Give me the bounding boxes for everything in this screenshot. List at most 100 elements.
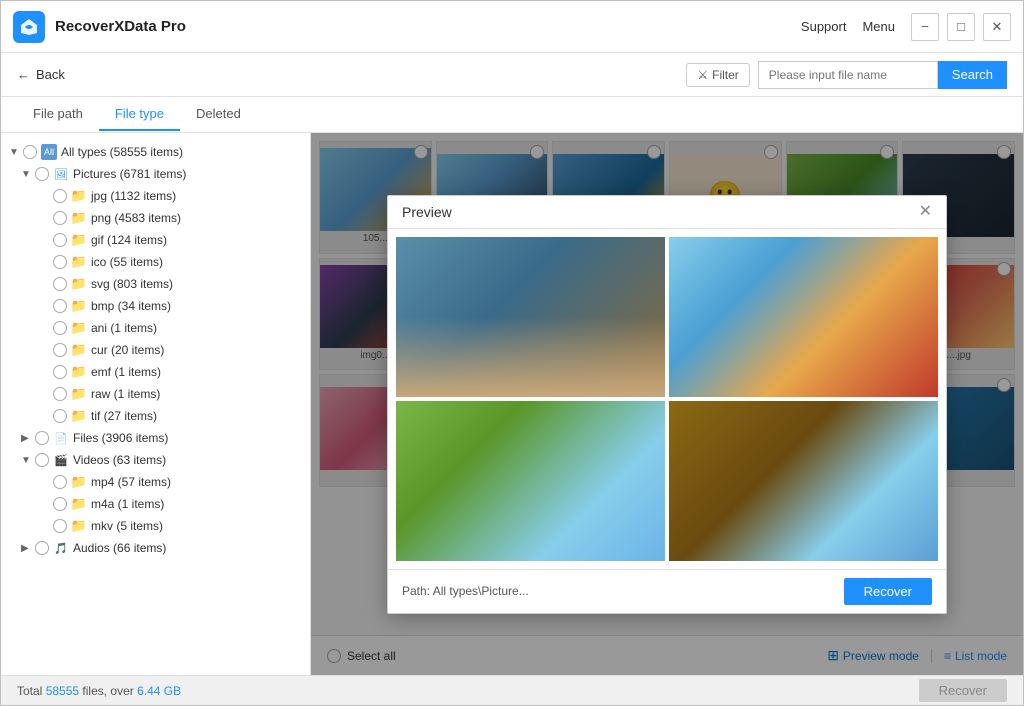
label-mp4: mp4 (57 items) — [91, 475, 302, 489]
label-videos: Videos (63 items) — [73, 453, 302, 467]
back-button[interactable]: ← Back — [17, 67, 65, 82]
recover-button[interactable]: Recover — [844, 578, 932, 605]
radio-mp4[interactable] — [53, 475, 67, 489]
back-label: Back — [36, 67, 65, 82]
label-png: png (4583 items) — [91, 211, 302, 225]
label-files: Files (3906 items) — [73, 431, 302, 445]
radio-files[interactable] — [35, 431, 49, 445]
label-svg: svg (803 items) — [91, 277, 302, 291]
sidebar-item-raw[interactable]: 📁 raw (1 items) — [1, 383, 310, 405]
radio-jpg[interactable] — [53, 189, 67, 203]
sidebar-item-svg[interactable]: 📁 svg (803 items) — [1, 273, 310, 295]
label-bmp: bmp (34 items) — [91, 299, 302, 313]
preview-images — [388, 229, 946, 569]
icon-mkv: 📁 — [71, 518, 87, 534]
sidebar-item-videos[interactable]: ▼ 🎬 Videos (63 items) — [1, 449, 310, 471]
sidebar-item-ico[interactable]: 📁 ico (55 items) — [1, 251, 310, 273]
icon-bmp: 📁 — [71, 298, 87, 314]
preview-image-1[interactable] — [396, 237, 665, 397]
label-jpg: jpg (1132 items) — [91, 189, 302, 203]
tab-bar: File path File type Deleted — [1, 97, 1023, 133]
icon-ico: 📁 — [71, 254, 87, 270]
label-mkv: mkv (5 items) — [91, 519, 302, 533]
sidebar-item-mp4[interactable]: 📁 mp4 (57 items) — [1, 471, 310, 493]
sidebar-item-tif[interactable]: 📁 tif (27 items) — [1, 405, 310, 427]
preview-path: Path: All types\Picture... — [402, 584, 844, 598]
toggle-files: ▶ — [21, 433, 35, 444]
radio-tif[interactable] — [53, 409, 67, 423]
icon-ani: 📁 — [71, 320, 87, 336]
preview-image-2[interactable] — [669, 237, 938, 397]
radio-emf[interactable] — [53, 365, 67, 379]
window-controls: − □ ✕ — [911, 13, 1011, 41]
back-arrow-icon: ← — [17, 67, 30, 82]
sidebar-item-emf[interactable]: 📁 emf (1 items) — [1, 361, 310, 383]
radio-ani[interactable] — [53, 321, 67, 335]
toggle-pictures: ▼ — [21, 169, 35, 180]
icon-audios: 🎵 — [53, 540, 69, 556]
radio-m4a[interactable] — [53, 497, 67, 511]
label-ico: ico (55 items) — [91, 255, 302, 269]
sidebar-item-pictures[interactable]: ▼ 🖼 Pictures (6781 items) — [1, 163, 310, 185]
sidebar-item-jpg[interactable]: 📁 jpg (1132 items) — [1, 185, 310, 207]
tab-filepath[interactable]: File path — [17, 98, 99, 131]
toggle-all: ▼ — [9, 147, 23, 158]
radio-pictures[interactable] — [35, 167, 49, 181]
sidebar-item-audios[interactable]: ▶ 🎵 Audios (66 items) — [1, 537, 310, 559]
sidebar-item-files[interactable]: ▶ 📄 Files (3906 items) — [1, 427, 310, 449]
preview-title: Preview — [402, 204, 452, 220]
radio-bmp[interactable] — [53, 299, 67, 313]
icon-alltypes: All — [41, 144, 57, 160]
label-gif: gif (124 items) — [91, 233, 302, 247]
preview-dialog: Preview ✕ Path: All types\Picture... Rec… — [387, 195, 947, 614]
main-area: ▼ All All types (58555 items) ▼ 🖼 Pictur… — [1, 133, 1023, 675]
menu-link[interactable]: Menu — [862, 19, 895, 34]
radio-gif[interactable] — [53, 233, 67, 247]
filter-button[interactable]: ⚔ Filter — [686, 63, 749, 87]
icon-tif: 📁 — [71, 408, 87, 424]
app-logo — [13, 11, 45, 43]
sidebar: ▼ All All types (58555 items) ▼ 🖼 Pictur… — [1, 133, 311, 675]
sidebar-item-ani[interactable]: 📁 ani (1 items) — [1, 317, 310, 339]
icon-gif: 📁 — [71, 232, 87, 248]
preview-image-4[interactable] — [669, 401, 938, 561]
sidebar-item-cur[interactable]: 📁 cur (20 items) — [1, 339, 310, 361]
label-emf: emf (1 items) — [91, 365, 302, 379]
toggle-audios: ▶ — [21, 543, 35, 554]
sidebar-item-alltypes[interactable]: ▼ All All types (58555 items) — [1, 141, 310, 163]
close-button[interactable]: ✕ — [983, 13, 1011, 41]
title-bar-actions: Support Menu — [801, 19, 895, 34]
icon-emf: 📁 — [71, 364, 87, 380]
sidebar-item-mkv[interactable]: 📁 mkv (5 items) — [1, 515, 310, 537]
sidebar-item-gif[interactable]: 📁 gif (124 items) — [1, 229, 310, 251]
preview-close-button[interactable]: ✕ — [919, 204, 932, 220]
radio-mkv[interactable] — [53, 519, 67, 533]
tab-deleted[interactable]: Deleted — [180, 98, 257, 131]
radio-svg[interactable] — [53, 277, 67, 291]
tab-filetype[interactable]: File type — [99, 98, 180, 131]
radio-raw[interactable] — [53, 387, 67, 401]
icon-files: 📄 — [53, 430, 69, 446]
sidebar-item-m4a[interactable]: 📁 m4a (1 items) — [1, 493, 310, 515]
preview-header: Preview ✕ — [388, 196, 946, 229]
radio-png[interactable] — [53, 211, 67, 225]
search-input[interactable] — [758, 61, 938, 89]
radio-videos[interactable] — [35, 453, 49, 467]
status-count: 58555 — [46, 684, 79, 698]
main-recover-button[interactable]: Recover — [919, 679, 1007, 702]
radio-ico[interactable] — [53, 255, 67, 269]
preview-image-3[interactable] — [396, 401, 665, 561]
radio-cur[interactable] — [53, 343, 67, 357]
radio-audios[interactable] — [35, 541, 49, 555]
icon-jpg: 📁 — [71, 188, 87, 204]
icon-svg: 📁 — [71, 276, 87, 292]
sidebar-item-bmp[interactable]: 📁 bmp (34 items) — [1, 295, 310, 317]
sidebar-item-png[interactable]: 📁 png (4583 items) — [1, 207, 310, 229]
radio-all[interactable] — [23, 145, 37, 159]
minimize-button[interactable]: − — [911, 13, 939, 41]
search-button[interactable]: Search — [938, 61, 1007, 89]
maximize-button[interactable]: □ — [947, 13, 975, 41]
label-ani: ani (1 items) — [91, 321, 302, 335]
support-link[interactable]: Support — [801, 19, 847, 34]
toggle-videos: ▼ — [21, 455, 35, 466]
